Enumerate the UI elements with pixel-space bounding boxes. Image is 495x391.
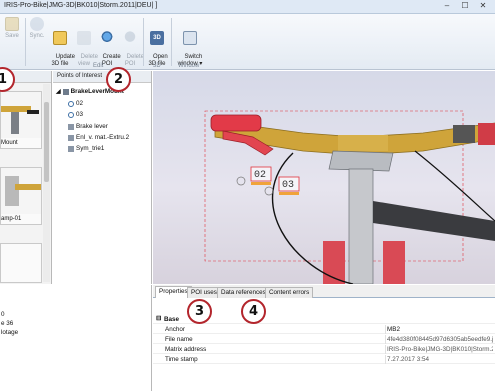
3d-file-icon: 3D bbox=[150, 31, 164, 45]
assembly-icon bbox=[62, 88, 69, 95]
poi-anchor-icon bbox=[264, 186, 274, 196]
ribbon-separator bbox=[143, 18, 144, 66]
3d-viewport[interactable]: 02 03 bbox=[153, 71, 495, 284]
tab-data-references[interactable]: Data references bbox=[217, 287, 270, 298]
callout-3: 3 bbox=[187, 299, 212, 324]
close-icon[interactable]: ✕ bbox=[476, 1, 490, 12]
stem bbox=[328, 150, 394, 172]
minimize-icon[interactable]: – bbox=[440, 1, 454, 12]
grip bbox=[210, 114, 262, 132]
part-icon bbox=[68, 145, 74, 152]
tree-item-symmetry[interactable]: Sym_trie1 bbox=[68, 145, 104, 152]
property-row[interactable]: Anchor MB2 bbox=[153, 325, 495, 334]
tree-item-extrusion[interactable]: Enl_v. mat.-Extru.2 bbox=[68, 134, 129, 141]
poi-panel-header: Points of Interest bbox=[53, 71, 151, 83]
save-button[interactable]: Save bbox=[3, 17, 21, 40]
poi-marker-bar bbox=[251, 182, 271, 185]
poi-label-02: 02 bbox=[254, 170, 266, 181]
handlebar-center bbox=[338, 135, 388, 151]
tree-item-03[interactable]: 03 bbox=[68, 111, 83, 118]
poi-anchor-icon bbox=[236, 176, 246, 186]
frame-tube bbox=[373, 201, 495, 241]
tree-item-brake-lever[interactable]: Brake lever bbox=[68, 123, 108, 130]
window-title: IRIS-Pro-Bike|JMG-3D|BK010|Storm.2011|DE… bbox=[4, 2, 158, 9]
poi-panel: Points of Interest ◢ BrakeLeverMount 02 … bbox=[53, 71, 152, 284]
title-bar: IRIS-Pro-Bike|JMG-3D|BK010|Storm.2011|DE… bbox=[0, 0, 495, 14]
maximize-icon[interactable]: ☐ bbox=[458, 1, 472, 12]
part-icon bbox=[68, 123, 74, 130]
tab-poi-uses[interactable]: POI uses bbox=[187, 287, 221, 298]
shifter bbox=[453, 125, 475, 143]
part-icon bbox=[68, 134, 74, 141]
grip-right bbox=[478, 123, 495, 145]
head-tube bbox=[348, 168, 374, 284]
save-icon bbox=[5, 17, 19, 31]
fork-right bbox=[383, 241, 405, 284]
attribute-row: e 36 bbox=[1, 320, 14, 327]
group-label-window: Window bbox=[178, 63, 200, 69]
callout-4: 4 bbox=[241, 299, 266, 324]
poi-icon bbox=[68, 100, 74, 107]
scroll-thumb[interactable] bbox=[44, 102, 49, 182]
delete-view-button[interactable]: Delete view bbox=[74, 17, 98, 75]
folder-update-icon bbox=[53, 31, 67, 45]
ribbon-separator bbox=[171, 18, 172, 66]
create-poi-icon bbox=[100, 31, 114, 45]
update-3d-file-button[interactable]: Update 3D file bbox=[49, 17, 75, 75]
delete-poi-button[interactable]: Delete POI bbox=[120, 17, 144, 75]
attribute-row: lotage bbox=[1, 329, 19, 336]
attribute-row: 0 bbox=[1, 311, 5, 318]
ribbon-separator bbox=[25, 18, 26, 66]
callout-2: 2 bbox=[106, 67, 131, 92]
thumbnail-image bbox=[1, 92, 41, 138]
property-row[interactable]: Matrix address IRIS-Pro-Bike|JMG-3D|BK01… bbox=[153, 345, 495, 354]
thumbnail-next[interactable] bbox=[0, 243, 42, 283]
delete-poi-icon bbox=[123, 31, 137, 45]
delete-view-icon bbox=[77, 31, 91, 45]
ribbon-toolbar: Save Sync. Update 3D file Delete view Cr… bbox=[0, 14, 495, 70]
group-label-edit: Edit bbox=[93, 63, 104, 69]
properties-tabs: Properties POI uses Data references Cont… bbox=[153, 285, 495, 298]
tab-content-errors[interactable]: Content errors bbox=[265, 287, 314, 298]
poi-label-03: 03 bbox=[282, 180, 294, 191]
thumbnail-mount[interactable]: Mount bbox=[0, 91, 42, 149]
view-thumbnails-panel: Mount amp-01 bbox=[0, 71, 52, 284]
vertical-scrollbar[interactable] bbox=[43, 84, 50, 282]
sync-icon bbox=[30, 17, 44, 31]
poi-icon bbox=[68, 111, 74, 118]
collapse-icon[interactable]: ⊟ bbox=[156, 315, 161, 322]
switch-window-icon bbox=[183, 31, 197, 45]
property-row[interactable]: Time stamp 7.27.2017 3:54 bbox=[153, 355, 495, 364]
sync-button[interactable]: Sync. bbox=[29, 17, 45, 40]
attributes-panel: 0 e 36 lotage bbox=[0, 285, 152, 391]
poi-marker-bar bbox=[279, 192, 299, 195]
thumbnail-clamp[interactable]: amp-01 bbox=[0, 167, 42, 225]
property-row[interactable]: File name 4fe4d380f08445d97d6305ab5eedfe… bbox=[153, 335, 495, 344]
group-label-3d: 3D bbox=[153, 63, 161, 69]
thumbnail-image bbox=[1, 168, 41, 214]
expand-triangle-icon[interactable]: ◢ bbox=[56, 88, 61, 95]
tree-item-02[interactable]: 02 bbox=[68, 100, 83, 107]
bike-3d-model[interactable]: 02 03 bbox=[153, 71, 495, 284]
